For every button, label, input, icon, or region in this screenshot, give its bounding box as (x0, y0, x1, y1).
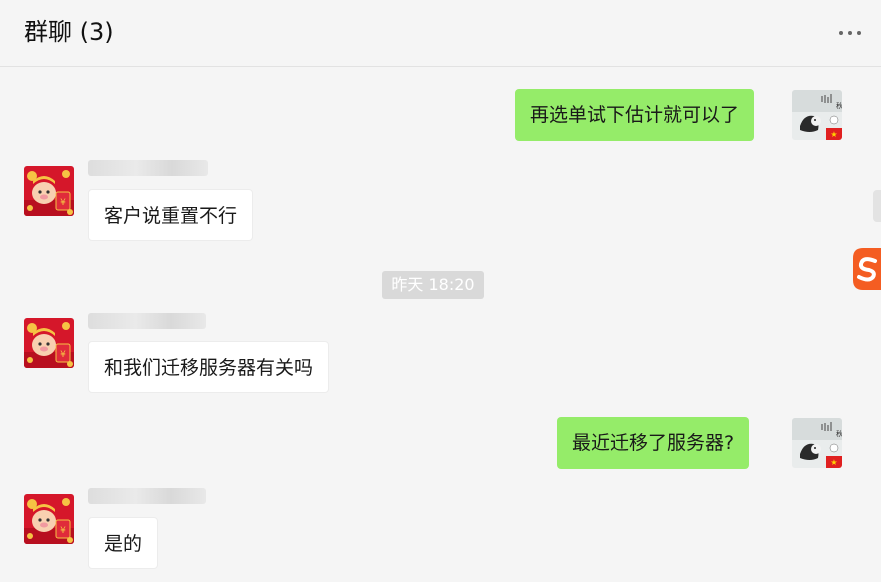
sender-name-blurred (88, 313, 206, 329)
message-bubble-incoming[interactable]: 客户说重置不行 (88, 189, 254, 241)
more-dots-icon[interactable] (839, 28, 869, 38)
message-bubble-outgoing[interactable]: 再选单试下估计就可以了 (515, 89, 755, 141)
my-avatar[interactable] (792, 90, 842, 140)
message-bubble-incoming[interactable]: 是的 (88, 517, 159, 569)
side-panel-toggle[interactable] (873, 190, 881, 222)
my-avatar[interactable] (792, 418, 842, 468)
chat-header: 群聊 (3) (0, 0, 881, 67)
message-bubble-incoming[interactable]: 和我们迁移服务器有关吗 (88, 341, 330, 393)
sender-avatar[interactable] (24, 318, 74, 368)
time-divider: 昨天 18:20 (382, 271, 484, 299)
sender-name-blurred (88, 488, 206, 504)
sender-avatar[interactable] (24, 494, 74, 544)
sender-avatar[interactable] (24, 166, 74, 216)
sender-name-blurred (88, 160, 208, 176)
message-bubble-outgoing[interactable]: 最近迁移了服务器? (557, 417, 750, 469)
chat-title: 群聊 (3) (24, 18, 114, 46)
sogou-ime-icon[interactable] (853, 248, 881, 290)
